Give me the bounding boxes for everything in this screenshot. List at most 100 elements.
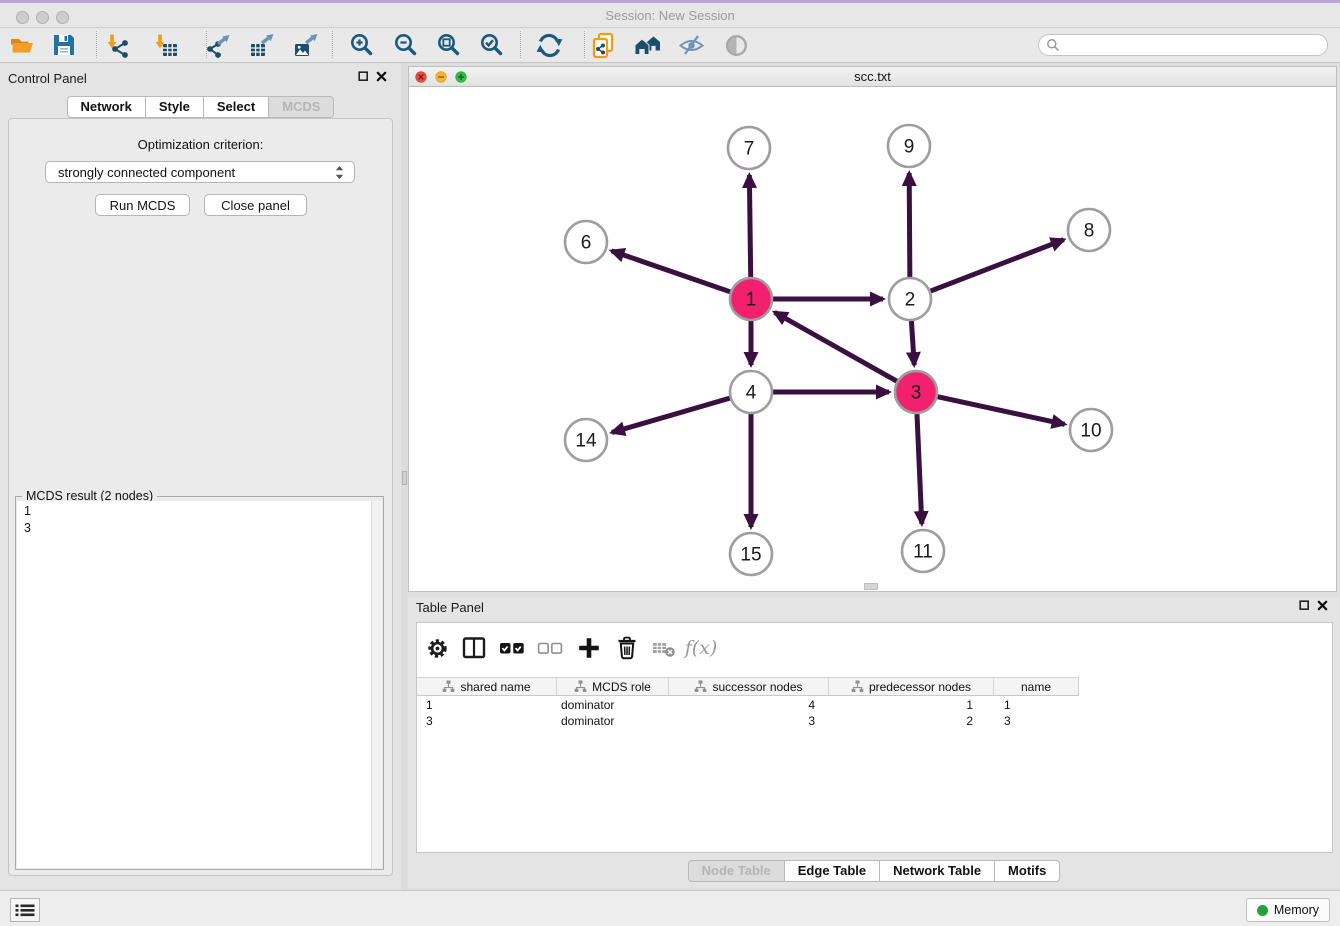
zoom-out-icon[interactable]	[391, 30, 421, 60]
duplicate-network-icon[interactable]	[589, 30, 619, 60]
node-table-content: f(x) shared name MCDS role successor nod…	[416, 622, 1333, 853]
mcds-panel-body: Optimization criterion: strongly connect…	[8, 118, 393, 876]
graph-edge-1-6[interactable]	[612, 251, 731, 292]
graph-node-label: 2	[905, 290, 916, 311]
float-panel-icon[interactable]	[1299, 600, 1310, 611]
close-panel-icon[interactable]	[1317, 600, 1328, 611]
export-image-icon[interactable]	[291, 30, 321, 60]
main-toolbar	[0, 28, 1340, 63]
chevron-up-down-icon	[335, 165, 344, 180]
column-header-name[interactable]: name	[994, 678, 1078, 695]
table-cell[interactable]: 3	[669, 713, 829, 729]
table-cell[interactable]: 2	[829, 713, 994, 729]
tab-motifs[interactable]: Motifs	[995, 860, 1060, 882]
column-layout-icon[interactable]	[459, 633, 489, 663]
network-graph[interactable]: 7968124314101511	[409, 88, 1336, 591]
deselect-all-checkboxes-icon[interactable]	[535, 633, 565, 663]
select-all-checkboxes-icon[interactable]	[497, 633, 527, 663]
settings-gear-icon[interactable]	[422, 633, 452, 663]
table-cell[interactable]: dominator	[557, 697, 669, 713]
column-header-successor-nodes[interactable]: successor nodes	[669, 678, 829, 695]
graph-node-label: 6	[581, 233, 592, 254]
open-file-icon[interactable]	[7, 30, 37, 60]
graph-node-label: 10	[1080, 421, 1101, 442]
import-network-icon[interactable]	[103, 30, 133, 60]
optimization-criterion-dropdown[interactable]: strongly connected component	[45, 161, 355, 183]
table-row[interactable]: 1dominator411	[417, 697, 1079, 713]
network-view-frame: scc.txt 7968124314101511	[408, 66, 1337, 592]
tab-network[interactable]: Network	[67, 96, 146, 118]
graph-node-label: 9	[904, 137, 915, 158]
search-input[interactable]	[1060, 38, 1327, 52]
tab-mcds[interactable]: MCDS	[269, 96, 334, 118]
network-frame-title: scc.txt	[409, 69, 1336, 84]
zoom-fit-icon[interactable]	[434, 30, 464, 60]
graph-edge-2-3[interactable]	[911, 321, 914, 365]
graph-edge-2-8[interactable]	[931, 240, 1064, 291]
export-table-icon[interactable]	[247, 30, 277, 60]
add-column-plus-icon[interactable]	[574, 633, 604, 663]
delete-column-trash-icon[interactable]	[612, 633, 642, 663]
mcds-result-text[interactable]: 1 3	[17, 501, 371, 868]
show-all-views-homes-icon[interactable]	[633, 30, 663, 60]
table-panel-title: Table Panel	[416, 600, 484, 615]
tab-node-table[interactable]: Node Table	[688, 860, 785, 882]
float-panel-icon[interactable]	[358, 71, 369, 82]
table-rows: 1dominator4113dominator323	[417, 697, 1079, 729]
graph-node-label: 11	[913, 542, 933, 563]
memory-button[interactable]: Memory	[1246, 898, 1330, 922]
graph-edge-3-10[interactable]	[937, 397, 1064, 425]
show-panels-eye-icon[interactable]	[721, 30, 751, 60]
run-mcds-button[interactable]: Run MCDS	[95, 194, 190, 216]
graph-edge-2-9[interactable]	[909, 173, 910, 277]
table-cell[interactable]: 3	[417, 713, 557, 729]
apply-layout-icon[interactable]	[534, 30, 564, 60]
table-cell[interactable]: 4	[669, 697, 829, 713]
panel-divider[interactable]	[401, 63, 408, 890]
export-network-icon[interactable]	[203, 30, 233, 60]
function-builder-icon[interactable]: f(x)	[686, 633, 716, 663]
split-drag-handle[interactable]	[864, 583, 878, 590]
tab-network-table[interactable]: Network Table	[880, 860, 995, 882]
table-cell[interactable]: dominator	[557, 713, 669, 729]
tab-edge-table[interactable]: Edge Table	[785, 860, 880, 882]
delete-table-icon[interactable]	[649, 633, 679, 663]
table-cell[interactable]: 1	[417, 697, 557, 713]
toolbar-separator	[520, 31, 521, 58]
zoom-selected-icon[interactable]	[477, 30, 507, 60]
toolbar-separator	[332, 31, 333, 58]
graph-node-label: 4	[746, 383, 757, 404]
graph-edge-3-1[interactable]	[775, 312, 897, 381]
table-cell[interactable]: 3	[994, 713, 1078, 729]
tab-style[interactable]: Style	[146, 96, 204, 118]
tab-select[interactable]: Select	[204, 96, 269, 118]
hide-panels-eye-slash-icon[interactable]	[676, 30, 706, 60]
graph-node-label: 14	[575, 431, 597, 452]
network-frame-titlebar[interactable]: scc.txt	[409, 67, 1336, 87]
graph-edge-1-7[interactable]	[749, 175, 750, 277]
column-header-predecessor-nodes[interactable]: predecessor nodes	[829, 678, 994, 695]
task-history-button[interactable]	[10, 898, 40, 922]
import-table-icon[interactable]	[151, 30, 181, 60]
window-title: Session: New Session	[0, 8, 1340, 23]
table-cell[interactable]: 1	[829, 697, 994, 713]
network-canvas[interactable]: 7968124314101511	[409, 88, 1336, 591]
graph-edge-3-11[interactable]	[917, 414, 922, 524]
table-row[interactable]: 3dominator323	[417, 713, 1079, 729]
graph-edge-4-14[interactable]	[612, 398, 730, 432]
zoom-in-icon[interactable]	[347, 30, 377, 60]
save-session-icon[interactable]	[49, 30, 79, 60]
application-window: Session: New Session	[0, 0, 1340, 926]
control-panel-tabs: Network Style Select MCDS	[0, 96, 401, 118]
hierarchy-icon	[694, 680, 707, 693]
divider-handle[interactable]	[402, 471, 407, 485]
column-header-shared-name[interactable]: shared name	[417, 678, 557, 695]
hierarchy-icon	[442, 680, 455, 693]
table-cell[interactable]: 1	[994, 697, 1078, 713]
mcds-result-scrollbar[interactable]	[371, 501, 382, 868]
close-panel-button[interactable]: Close panel	[204, 194, 307, 216]
column-header-mcds-role[interactable]: MCDS role	[557, 678, 669, 695]
memory-label: Memory	[1274, 903, 1319, 917]
search-field[interactable]	[1038, 34, 1328, 56]
close-panel-icon[interactable]	[376, 71, 387, 82]
